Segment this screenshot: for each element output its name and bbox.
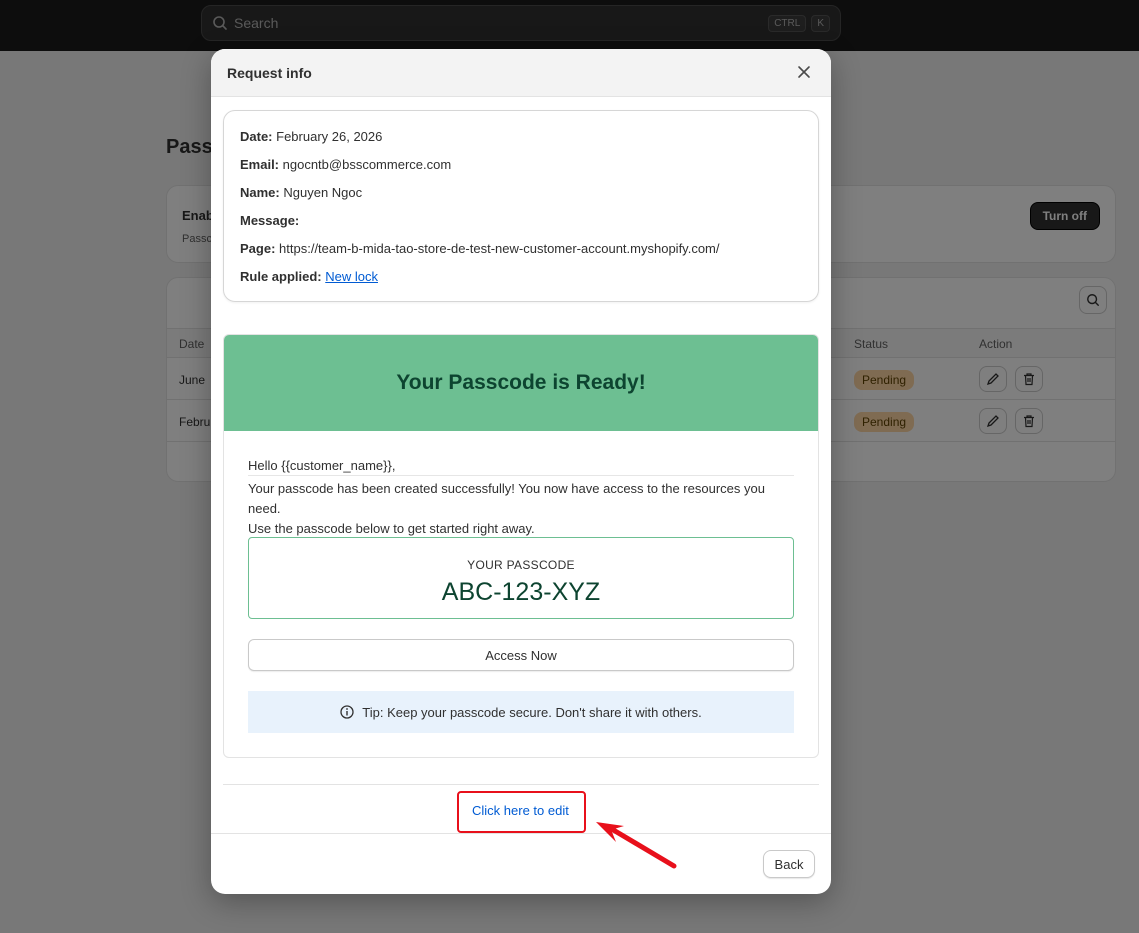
name-value: Nguyen Ngoc bbox=[283, 185, 363, 200]
rule-link[interactable]: New lock bbox=[325, 269, 378, 284]
greeting-text: Hello {{customer_name}}, bbox=[248, 458, 794, 476]
passcode-value: ABC-123-XYZ bbox=[441, 578, 601, 606]
email-row: Email: ngocntb@bsscommerce.com bbox=[240, 157, 451, 172]
date-row: Date: February 26, 2026 bbox=[240, 129, 382, 144]
preview-heading: Your Passcode is Ready! bbox=[396, 371, 646, 394]
rule-row: Rule applied: New lock bbox=[240, 269, 378, 284]
date-label: Date: bbox=[240, 129, 273, 144]
passcode-label: YOUR PASSCODE bbox=[467, 558, 575, 572]
request-details: Date: February 26, 2026 Email: ngocntb@b… bbox=[223, 110, 819, 302]
preview-body: Your passcode has been created successfu… bbox=[248, 479, 794, 539]
rule-label: Rule applied: bbox=[240, 269, 322, 284]
highlight-box bbox=[457, 791, 586, 833]
modal-header: Request info bbox=[211, 49, 831, 97]
footer-divider bbox=[211, 833, 831, 834]
page-label: Page: bbox=[240, 241, 276, 256]
info-icon bbox=[340, 705, 354, 719]
name-label: Name: bbox=[240, 185, 280, 200]
close-icon bbox=[798, 66, 810, 78]
modal-title: Request info bbox=[227, 65, 312, 81]
email-preview: Your Passcode is Ready! Hello {{customer… bbox=[223, 334, 819, 758]
email-value: ngocntb@bsscommerce.com bbox=[282, 157, 452, 172]
passcode-box: YOUR PASSCODE ABC-123-XYZ bbox=[248, 537, 794, 619]
message-row: Message: bbox=[240, 213, 299, 228]
page-value: https://team-b-mida-tao-store-de-test-ne… bbox=[279, 241, 720, 256]
email-label: Email: bbox=[240, 157, 280, 172]
page-row: Page: https://team-b-mida-tao-store-de-t… bbox=[240, 241, 720, 256]
tip-text: Tip: Keep your passcode secure. Don't sh… bbox=[362, 704, 702, 720]
close-button[interactable] bbox=[797, 65, 811, 84]
body-line-2: Use the passcode below to get started ri… bbox=[248, 521, 535, 536]
arrow-annotation-icon bbox=[596, 822, 677, 869]
back-button[interactable]: Back bbox=[763, 850, 815, 878]
body-line-1: Your passcode has been created successfu… bbox=[248, 481, 765, 516]
tip-banner: Tip: Keep your passcode secure. Don't sh… bbox=[248, 691, 794, 733]
divider bbox=[223, 784, 819, 785]
request-info-modal: Request info Date: February 26, 2026 Ema… bbox=[211, 49, 831, 894]
message-label: Message: bbox=[240, 213, 300, 228]
name-row: Name: Nguyen Ngoc bbox=[240, 185, 362, 200]
preview-banner: Your Passcode is Ready! bbox=[224, 335, 818, 431]
access-now-button[interactable]: Access Now bbox=[248, 639, 794, 671]
date-value: February 26, 2026 bbox=[276, 129, 383, 144]
